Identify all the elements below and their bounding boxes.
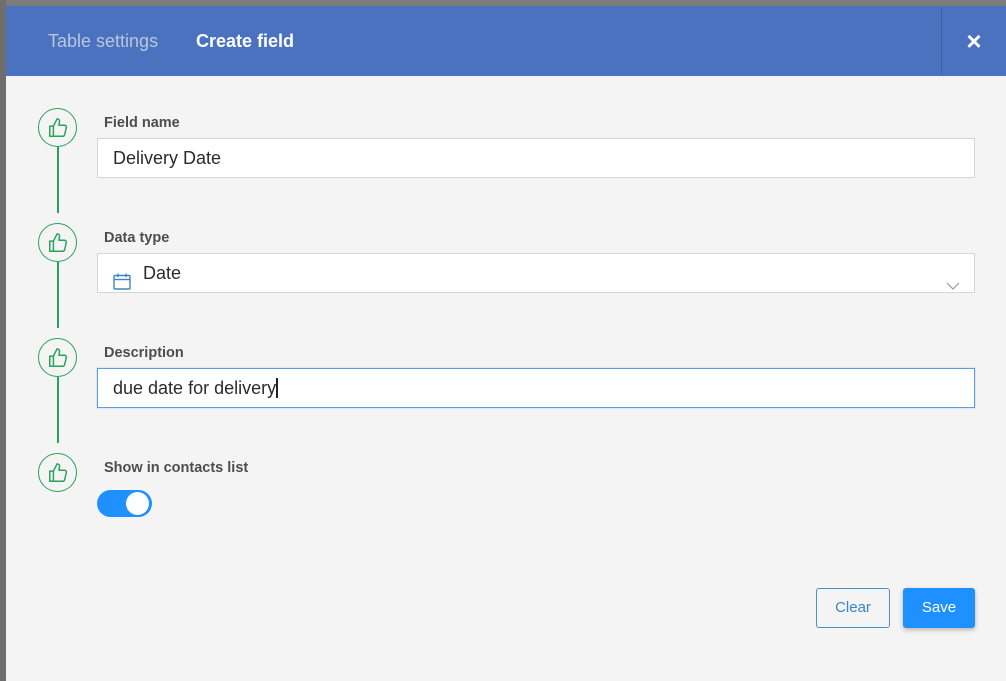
step-connector <box>57 262 59 328</box>
tab-table-settings[interactable]: Table settings <box>48 30 158 52</box>
calendar-icon <box>113 265 131 303</box>
data-type-select[interactable]: Date <box>97 253 975 293</box>
field-name-input[interactable]: Delivery Date <box>97 138 975 178</box>
data-type-label: Data type <box>104 230 170 246</box>
toggle-knob <box>126 492 149 515</box>
step-connector <box>57 377 59 443</box>
show-in-contacts-toggle[interactable] <box>97 490 152 517</box>
close-button[interactable]: × <box>956 24 992 58</box>
field-name-label: Field name <box>104 115 180 131</box>
tab-create-field[interactable]: Create field <box>196 30 294 52</box>
field-name-value: Delivery Date <box>113 148 222 168</box>
step-2-thumbs-up-icon <box>38 223 77 262</box>
close-icon: × <box>966 26 982 56</box>
step-1-thumbs-up-icon <box>38 108 77 147</box>
chevron-down-icon <box>946 266 960 304</box>
header-divider <box>941 8 942 74</box>
description-label: Description <box>104 345 184 361</box>
dialog-header: Table settings Create field × <box>6 6 1006 76</box>
description-input[interactable]: due date for delivery <box>97 368 975 408</box>
save-button[interactable]: Save <box>903 588 975 628</box>
text-caret <box>276 378 278 398</box>
step-connector <box>57 147 59 213</box>
show-in-contacts-label: Show in contacts list <box>104 460 249 476</box>
description-value: due date for delivery <box>113 378 277 398</box>
step-3-thumbs-up-icon <box>38 338 77 377</box>
clear-button[interactable]: Clear <box>816 588 890 628</box>
create-field-dialog: Table settings Create field × Field name… <box>6 6 1006 681</box>
step-4-thumbs-up-icon <box>38 453 77 492</box>
data-type-value: Date <box>143 263 182 283</box>
